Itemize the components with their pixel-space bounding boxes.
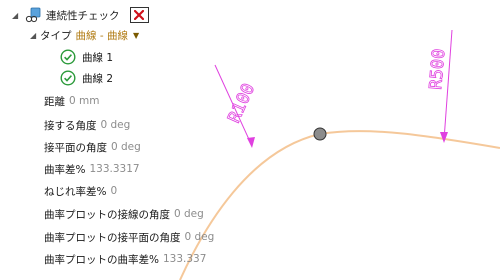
type-row[interactable]: ◢ タイプ 曲線 - 曲線 ▼ [30, 26, 139, 44]
tree-root-row[interactable]: ◢ 連続性チェック [12, 6, 149, 24]
plot-tangent-angle-value: 0 deg [174, 208, 204, 220]
plot-tangent-angle-label: 曲率プロットの接線の角度 [44, 208, 170, 221]
plot-tangent-plane-angle-label: 曲率プロットの接平面の角度 [44, 231, 181, 244]
torsion-diff-label: ねじれ率差% [44, 185, 107, 198]
continuity-check-icon [25, 7, 41, 23]
check-circle-icon [60, 70, 76, 86]
type-value[interactable]: 曲線 - 曲線 [76, 28, 128, 43]
curvature-diff-label: 曲率差% [44, 163, 86, 176]
collapse-triangle-icon[interactable]: ◢ [30, 31, 40, 40]
curve-1-label: 曲線 1 [82, 51, 114, 64]
curve-2-label: 曲線 2 [82, 72, 114, 85]
curvature-diff-value: 133.3317 [89, 163, 140, 175]
torsion-diff-value: 0 [110, 185, 118, 197]
distance-value: 0 mm [69, 95, 100, 107]
property-panel: ◢ 連続性チェック ◢ タイプ 曲線 - 曲線 ▼ 曲線 1 曲線 2 距離 0… [0, 0, 300, 280]
joint-point[interactable] [313, 127, 327, 141]
tangent-angle-label: 接する角度 [44, 119, 97, 132]
distance-row: 距離 0 mm [44, 92, 99, 110]
type-label: タイプ [40, 29, 72, 42]
dropdown-arrow-icon[interactable]: ▼ [133, 31, 139, 40]
plot-tangent-plane-angle-value: 0 deg [184, 231, 215, 243]
tangent-angle-value: 0 deg [100, 119, 131, 131]
torsion-diff-row: ねじれ率差% 0 [44, 182, 117, 200]
tangent-plane-angle-row: 接平面の角度 0 deg [44, 138, 141, 156]
close-icon [134, 10, 144, 20]
curve-2-row[interactable]: 曲線 2 [60, 69, 113, 87]
tangent-plane-angle-label: 接平面の角度 [44, 141, 107, 154]
plot-tangent-plane-angle-row: 曲率プロットの接平面の角度 0 deg [44, 228, 214, 246]
plot-tangent-angle-row: 曲率プロットの接線の角度 0 deg [44, 205, 204, 223]
close-button[interactable] [129, 7, 149, 23]
plot-curvature-diff-label: 曲率プロットの曲率差% [44, 253, 159, 266]
tangent-plane-angle-value: 0 deg [111, 141, 141, 153]
curve-1-row[interactable]: 曲線 1 [60, 48, 113, 66]
tree-root-label: 連続性チェック [46, 9, 120, 22]
collapse-triangle-icon[interactable]: ◢ [12, 11, 22, 20]
tangent-angle-row: 接する角度 0 deg [44, 116, 130, 134]
distance-label: 距離 [44, 95, 65, 108]
plot-curvature-diff-value: 133.337 [162, 253, 207, 265]
check-circle-icon [60, 49, 76, 65]
r500-label: R500 [426, 48, 449, 91]
curvature-diff-row: 曲率差% 133.3317 [44, 160, 140, 178]
plot-curvature-diff-row: 曲率プロットの曲率差% 133.337 [44, 250, 206, 268]
